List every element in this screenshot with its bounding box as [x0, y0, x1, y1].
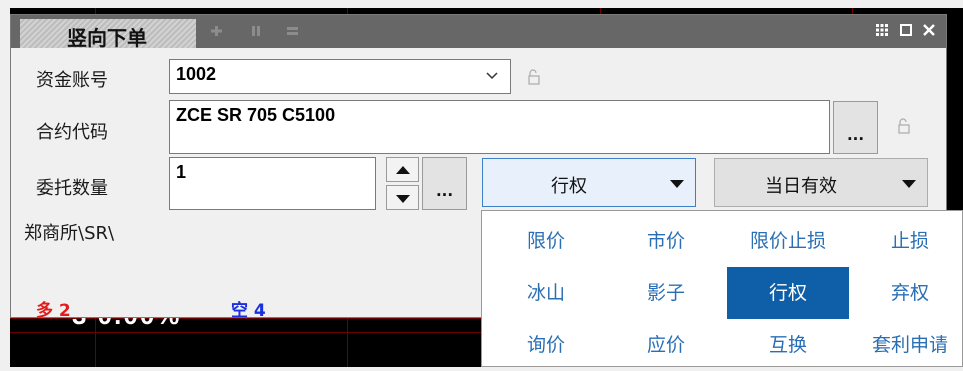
maximize-icon[interactable]: [900, 24, 912, 36]
arrow-up-icon: [396, 166, 410, 174]
short-position-value: 4: [253, 301, 266, 321]
account-value: 1002: [176, 64, 217, 84]
unlock-icon[interactable]: [527, 69, 541, 85]
long-position: 多 2: [36, 296, 71, 321]
contract-label: 合约代码: [36, 122, 108, 143]
long-position-value: 2: [58, 301, 71, 321]
exchange-path-text: 郑商所\SR\: [24, 223, 115, 244]
dropdown-arrow-icon: [670, 180, 684, 188]
quantity-label: 委托数量: [36, 178, 108, 199]
menu-item-quote-request[interactable]: 询价: [485, 319, 607, 371]
pause-icon[interactable]: [251, 26, 262, 36]
grid-icon[interactable]: [876, 24, 888, 36]
account-select[interactable]: 1002: [169, 59, 511, 94]
quantity-options-button[interactable]: ...: [422, 157, 467, 210]
validity-dropdown[interactable]: 当日有效: [714, 158, 928, 207]
short-position: 空 4: [231, 296, 266, 321]
unlock-icon[interactable]: [897, 118, 911, 134]
title-bar[interactable]: 竖向下单: [11, 15, 946, 50]
menu-item-abandon[interactable]: 弃权: [849, 267, 963, 319]
menu-item-swap[interactable]: 互换: [727, 319, 849, 371]
title-tab[interactable]: 竖向下单: [20, 19, 196, 50]
menu-item-exercise[interactable]: 行权: [727, 267, 849, 319]
quantity-decrement-button[interactable]: [386, 185, 419, 210]
contract-code-input[interactable]: ZCE SR 705 C5100: [169, 100, 830, 154]
menu-item-stop[interactable]: 止损: [849, 215, 963, 267]
quantity-value: 1: [176, 162, 187, 182]
order-type-dropdown[interactable]: 行权: [482, 158, 696, 207]
arrow-down-icon: [396, 195, 410, 203]
order-type-value: 行权: [551, 176, 587, 197]
account-label: 资金账号: [36, 70, 108, 91]
contract-code-value: ZCE SR 705 C5100: [176, 105, 336, 125]
menu-item-arbitrage-request[interactable]: 套利申请: [849, 319, 963, 371]
window-title: 竖向下单: [67, 26, 147, 50]
menu-item-limit[interactable]: 限价: [485, 215, 607, 267]
add-icon[interactable]: [211, 26, 222, 36]
short-position-label: 空: [231, 301, 248, 321]
validity-value: 当日有效: [765, 176, 837, 197]
close-icon[interactable]: [923, 24, 935, 36]
menu-item-shadow[interactable]: 影子: [605, 267, 727, 319]
menu-icon[interactable]: [287, 26, 298, 36]
menu-item-quote-response[interactable]: 应价: [605, 319, 727, 371]
menu-item-stop-limit[interactable]: 限价止损: [727, 215, 849, 267]
dropdown-arrow-icon: [902, 180, 916, 188]
menu-item-market[interactable]: 市价: [605, 215, 727, 267]
chevron-down-icon[interactable]: [486, 72, 498, 80]
quantity-input[interactable]: 1: [169, 157, 376, 210]
order-type-menu: 限价 市价 限价止损 止损 冰山 影子 行权 弃权 询价 应价 互换 套利申请: [481, 210, 963, 367]
contract-browse-button[interactable]: ...: [833, 101, 878, 154]
menu-item-iceberg[interactable]: 冰山: [485, 267, 607, 319]
quantity-increment-button[interactable]: [386, 157, 419, 182]
long-position-label: 多: [36, 301, 53, 321]
